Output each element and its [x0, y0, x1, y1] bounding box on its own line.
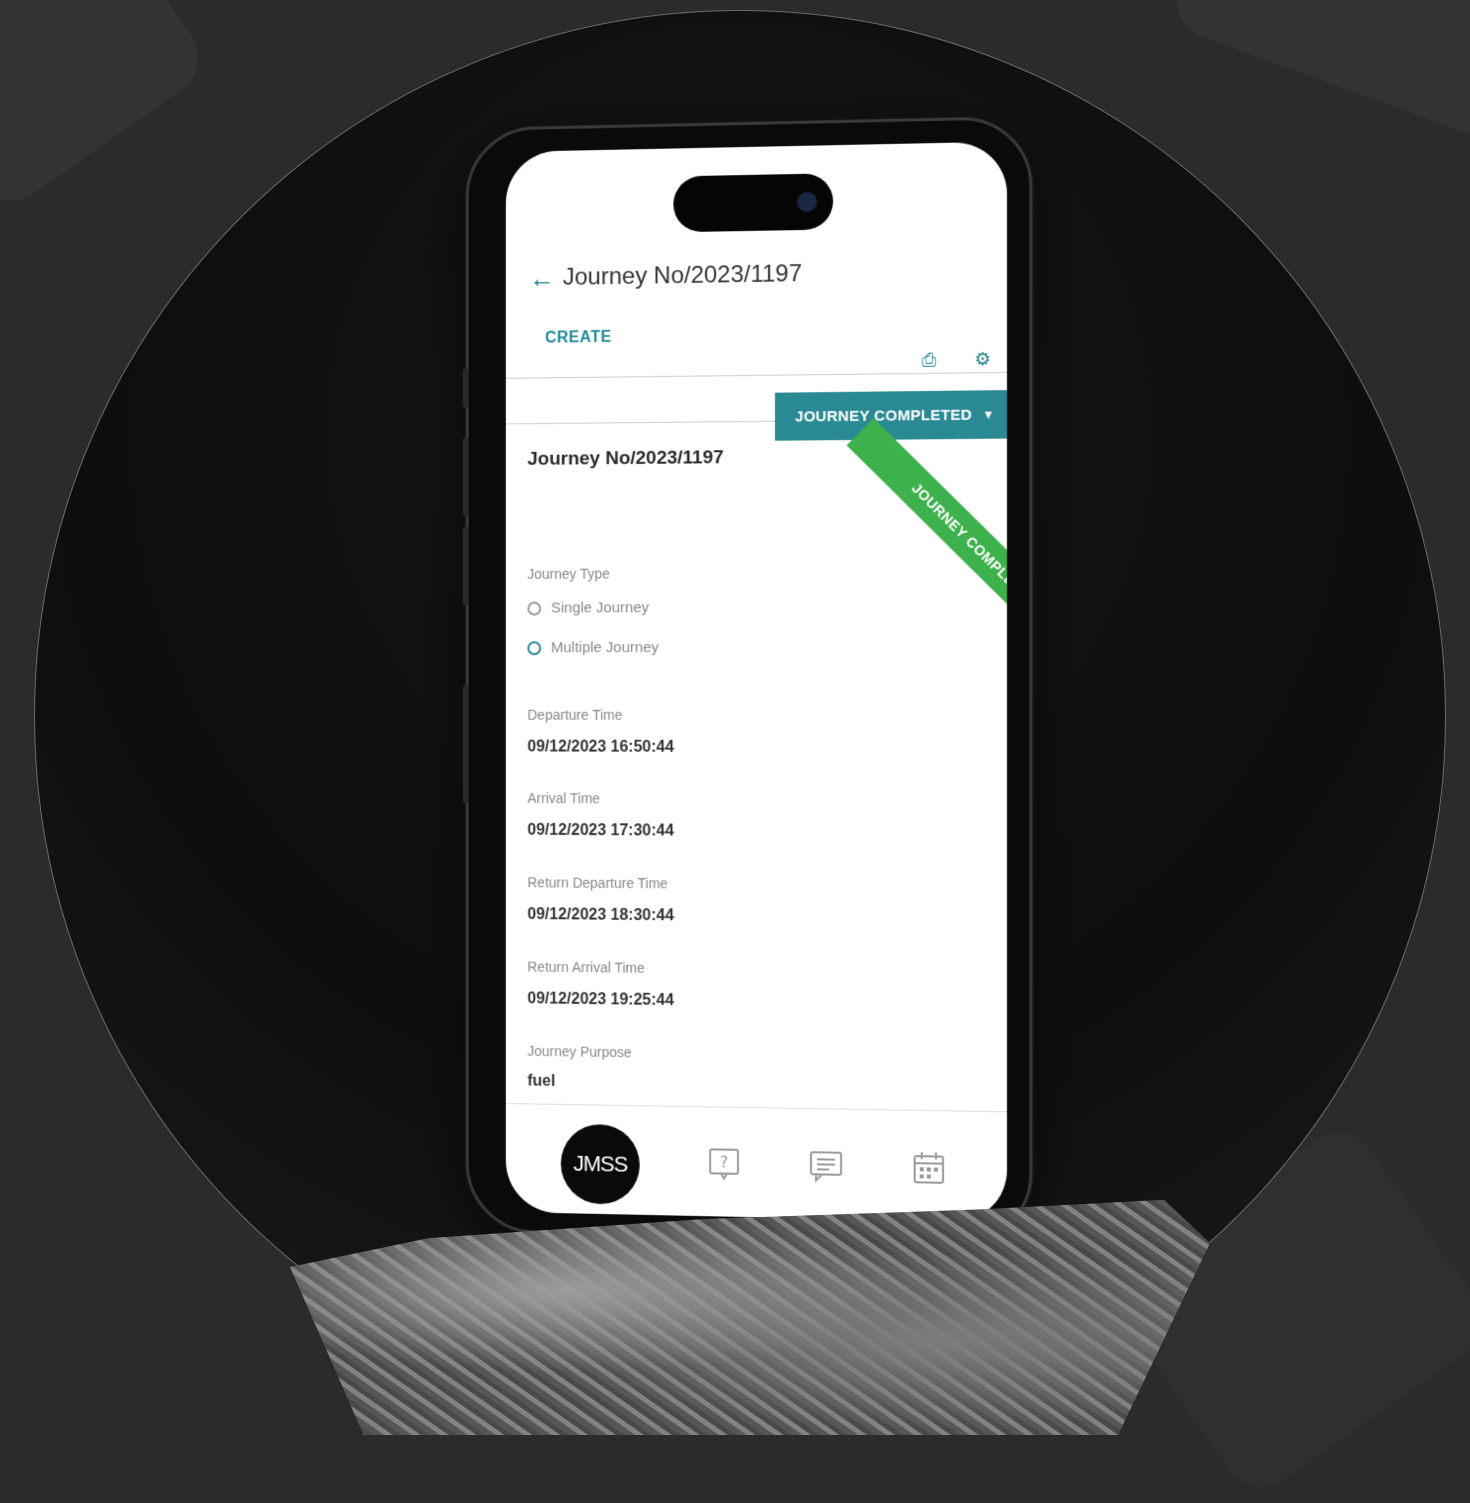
departure-time-value: 09/12/2023 16:50:44 — [527, 738, 674, 756]
calendar-icon[interactable] — [912, 1150, 946, 1185]
arrival-time-value: 09/12/2023 17:30:44 — [527, 822, 674, 841]
top-bar: ← Journey No/2023/1197 — [529, 251, 988, 298]
phone-side-button — [463, 438, 469, 517]
radio-label: Single Journey — [551, 599, 649, 616]
radio-circle-icon — [527, 641, 541, 655]
radio-multiple-journey[interactable]: Multiple Journey — [527, 639, 658, 656]
return-departure-time-label: Return Departure Time — [527, 874, 667, 891]
create-button[interactable]: CREATE — [545, 329, 612, 348]
divider — [506, 421, 775, 425]
return-arrival-time-value: 09/12/2023 19:25:44 — [527, 990, 674, 1010]
page-title: Journey No/2023/1197 — [563, 260, 802, 292]
phone-frame: ← Journey No/2023/1197 CREATE ⎙ ⚙ JOURNE… — [466, 116, 1033, 1244]
chevron-down-icon: ▼ — [982, 407, 994, 421]
phone-side-button — [463, 368, 469, 408]
return-departure-time-value: 09/12/2023 18:30:44 — [527, 906, 674, 925]
journey-purpose-label: Journey Purpose — [527, 1043, 631, 1060]
status-dropdown[interactable]: JOURNEY COMPLETED ▼ — [775, 390, 1007, 441]
background-panel-top-left — [0, 0, 214, 216]
radio-circle-icon — [527, 601, 541, 615]
svg-text:?: ? — [720, 1152, 728, 1171]
background-panel-top-right — [1165, 0, 1470, 167]
camera-icon — [797, 192, 817, 212]
radio-single-journey[interactable]: Single Journey — [527, 599, 648, 616]
back-arrow-icon[interactable]: ← — [529, 262, 562, 293]
journey-type-label: Journey Type — [527, 566, 609, 582]
divider — [506, 372, 1007, 379]
record-title: Journey No/2023/1197 — [527, 447, 723, 471]
status-label: JOURNEY COMPLETED — [795, 406, 972, 425]
journey-purpose-value: fuel — [527, 1073, 555, 1091]
gear-icon[interactable]: ⚙ — [974, 349, 990, 370]
arrival-time-label: Arrival Time — [527, 790, 600, 806]
dynamic-island — [673, 173, 833, 232]
phone-screen: ← Journey No/2023/1197 CREATE ⎙ ⚙ JOURNE… — [506, 142, 1007, 1223]
status-ribbon: JOURNEY COMPLETED — [847, 418, 1007, 672]
return-arrival-time-label: Return Arrival Time — [527, 959, 644, 976]
nav-divider — [506, 1103, 1007, 1112]
chat-icon[interactable] — [809, 1148, 843, 1183]
print-icon[interactable]: ⎙ — [922, 350, 937, 371]
phone-side-button — [463, 527, 469, 606]
help-icon[interactable]: ? — [707, 1146, 741, 1181]
departure-time-label: Departure Time — [527, 707, 622, 723]
radio-label: Multiple Journey — [551, 639, 659, 656]
jmss-logo-button[interactable]: JMSS — [561, 1124, 640, 1205]
phone-side-button — [463, 685, 469, 804]
